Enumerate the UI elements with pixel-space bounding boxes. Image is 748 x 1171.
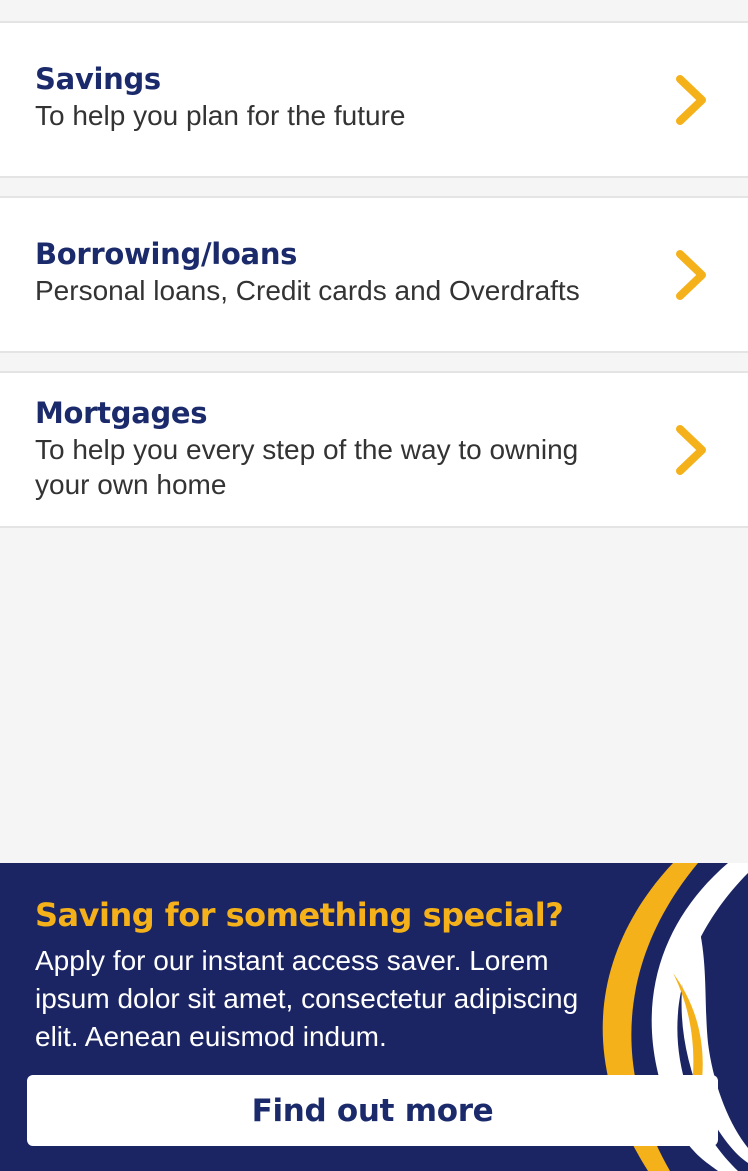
product-item-savings[interactable]: Savings To help you plan for the future [0,21,748,178]
product-item-mortgages[interactable]: Mortgages To help you every step of the … [0,371,748,528]
product-item-borrowing-loans[interactable]: Borrowing/loans Personal loans, Credit c… [0,196,748,353]
product-title: Borrowing/loans [35,237,298,271]
promo-title: Saving for something special? [35,896,564,934]
product-subtitle: To help you plan for the future [35,100,406,131]
product-subtitle: To help you every step of the way to own… [35,434,579,500]
product-menu-screen: Savings To help you plan for the future … [0,0,748,1171]
promo-body: Apply for our instant access saver. Lore… [35,945,579,1052]
product-title: Savings [35,62,161,96]
product-subtitle: Personal loans, Credit cards and Overdra… [35,275,580,306]
chevron-right-icon [676,74,706,125]
chevron-right-icon [676,424,706,475]
promo-banner: Saving for something special? Apply for … [0,863,748,1171]
product-title: Mortgages [35,396,208,430]
find-out-more-button[interactable]: Find out more [27,1075,718,1146]
chevron-right-icon [676,249,706,300]
